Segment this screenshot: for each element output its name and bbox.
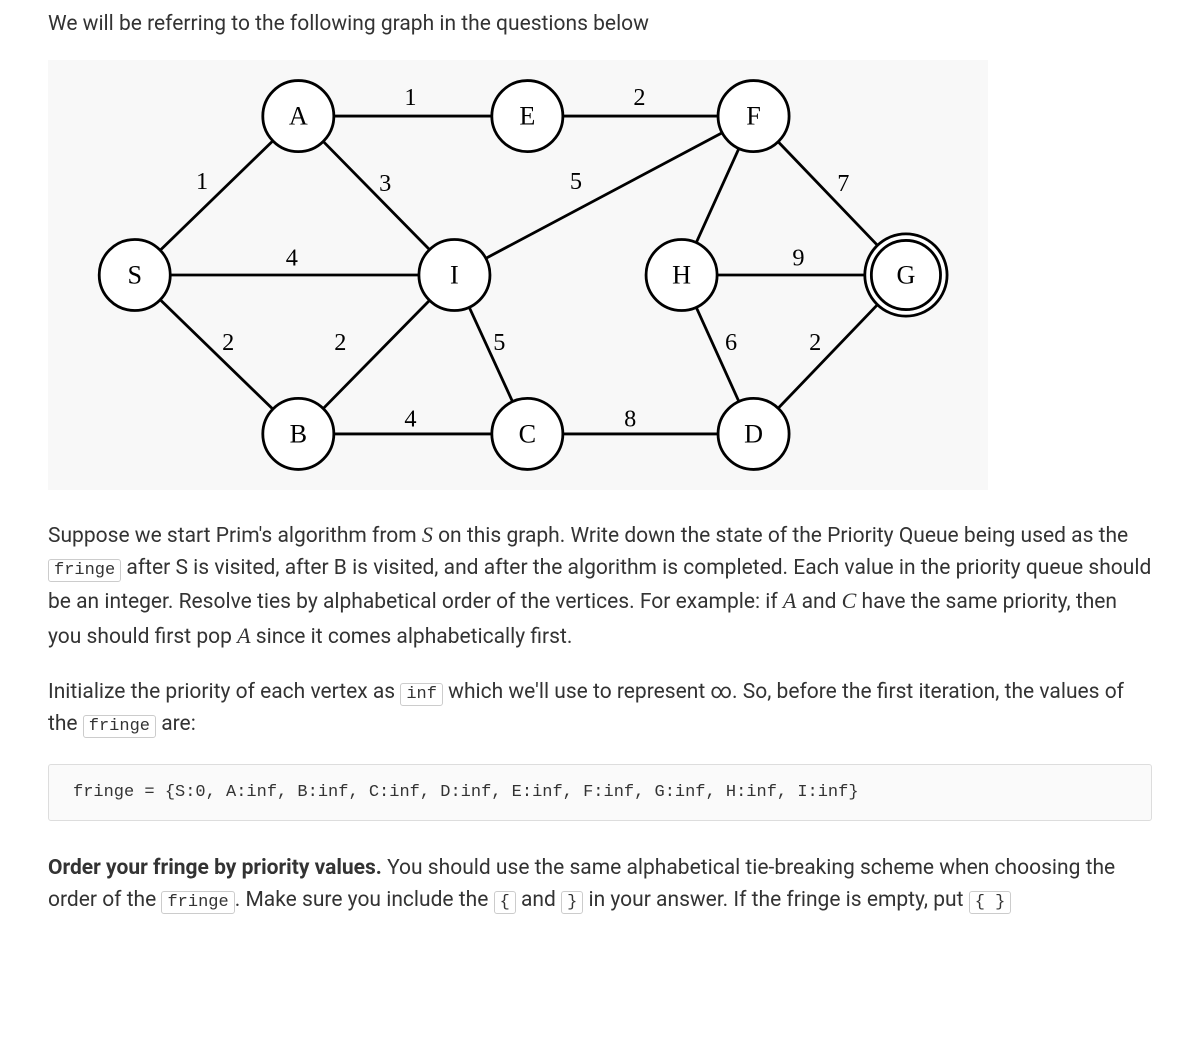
edge-weight: 6 xyxy=(725,329,737,356)
node-label-S: S xyxy=(127,260,142,289)
fringe-codeblock: fringe = {S:0, A:inf, B:inf, C:inf, D:in… xyxy=(48,764,1152,821)
node-label-H: H xyxy=(672,260,691,289)
edge-weight: 1 xyxy=(404,84,416,111)
edge-weight: 7 xyxy=(837,170,849,197)
edge-weight: 2 xyxy=(633,84,645,111)
node-label-D: D xyxy=(744,419,763,448)
code-fringe: fringe xyxy=(48,559,121,582)
p2-text: are: xyxy=(156,712,196,736)
node-label-E: E xyxy=(519,102,535,131)
paragraph-2: Initialize the priority of each vertex a… xyxy=(48,677,1152,740)
math-var-A2: A xyxy=(237,623,250,648)
paragraph-1: Suppose we start Prim's algorithm from S… xyxy=(48,518,1152,653)
p1-text: since it comes alphabetically first. xyxy=(251,625,573,649)
code-fringe: fringe xyxy=(83,715,156,738)
edge-weight: 4 xyxy=(286,245,298,272)
edge-S-B xyxy=(160,300,273,409)
graph-svg: 1 2 4 1 3 2 4 5 5 2 8 9 6 7 2 S A B I E C H F D G xyxy=(48,60,988,490)
edge-weight: 2 xyxy=(222,329,234,356)
p1-text: and xyxy=(796,590,841,614)
p3-text: . Make sure you include the xyxy=(235,888,494,912)
node-label-B: B xyxy=(290,419,307,448)
edge-I-C xyxy=(469,307,512,401)
code-inf: inf xyxy=(400,683,443,706)
edge-weight: 1 xyxy=(196,168,208,195)
node-label-G: G xyxy=(896,260,915,289)
edge-A-I xyxy=(323,141,429,249)
node-label-F: F xyxy=(746,102,761,131)
edge-weight: 5 xyxy=(493,329,505,356)
p3-text: and xyxy=(516,888,561,912)
p1-text: on this graph. Write down the state of t… xyxy=(433,524,1128,548)
p3-bold: Order your fringe by priority values. xyxy=(48,856,382,880)
edge-F-G xyxy=(778,142,877,246)
edge-S-A xyxy=(160,141,273,250)
edge-weight: 8 xyxy=(624,405,636,432)
edge-weight: 2 xyxy=(334,329,346,356)
p3-text: in your answer. If the fringe is empty, … xyxy=(583,888,968,912)
node-label-C: C xyxy=(519,419,536,448)
edge-D-G xyxy=(778,305,877,409)
edge-weight: 3 xyxy=(379,170,391,197)
edge-weight: 9 xyxy=(792,245,804,272)
edge-H-F xyxy=(696,148,739,242)
code-brace-close: } xyxy=(561,891,583,914)
node-label-I: I xyxy=(450,260,459,289)
edge-weight: 2 xyxy=(809,329,821,356)
p1-text: Suppose we start Prim's algorithm from xyxy=(48,524,422,548)
math-var-C: C xyxy=(842,588,857,613)
edge-weight: 4 xyxy=(404,405,416,432)
p2-text: Initialize the priority of each vertex a… xyxy=(48,680,400,704)
code-fringe: fringe xyxy=(161,891,234,914)
graph-figure: 1 2 4 1 3 2 4 5 5 2 8 9 6 7 2 S A B I E C H F D G xyxy=(48,60,988,490)
math-var-A: A xyxy=(783,588,796,613)
question-page: We will be referring to the following gr… xyxy=(0,0,1200,964)
math-var-S: S xyxy=(422,522,433,547)
code-brace-open: { xyxy=(494,891,516,914)
edge-weight: 5 xyxy=(570,168,582,195)
intro-text: We will be referring to the following gr… xyxy=(48,12,1152,36)
code-empty-braces: { } xyxy=(969,891,1012,914)
paragraph-3: Order your fringe by priority values. Yo… xyxy=(48,853,1152,916)
node-label-A: A xyxy=(289,102,308,131)
